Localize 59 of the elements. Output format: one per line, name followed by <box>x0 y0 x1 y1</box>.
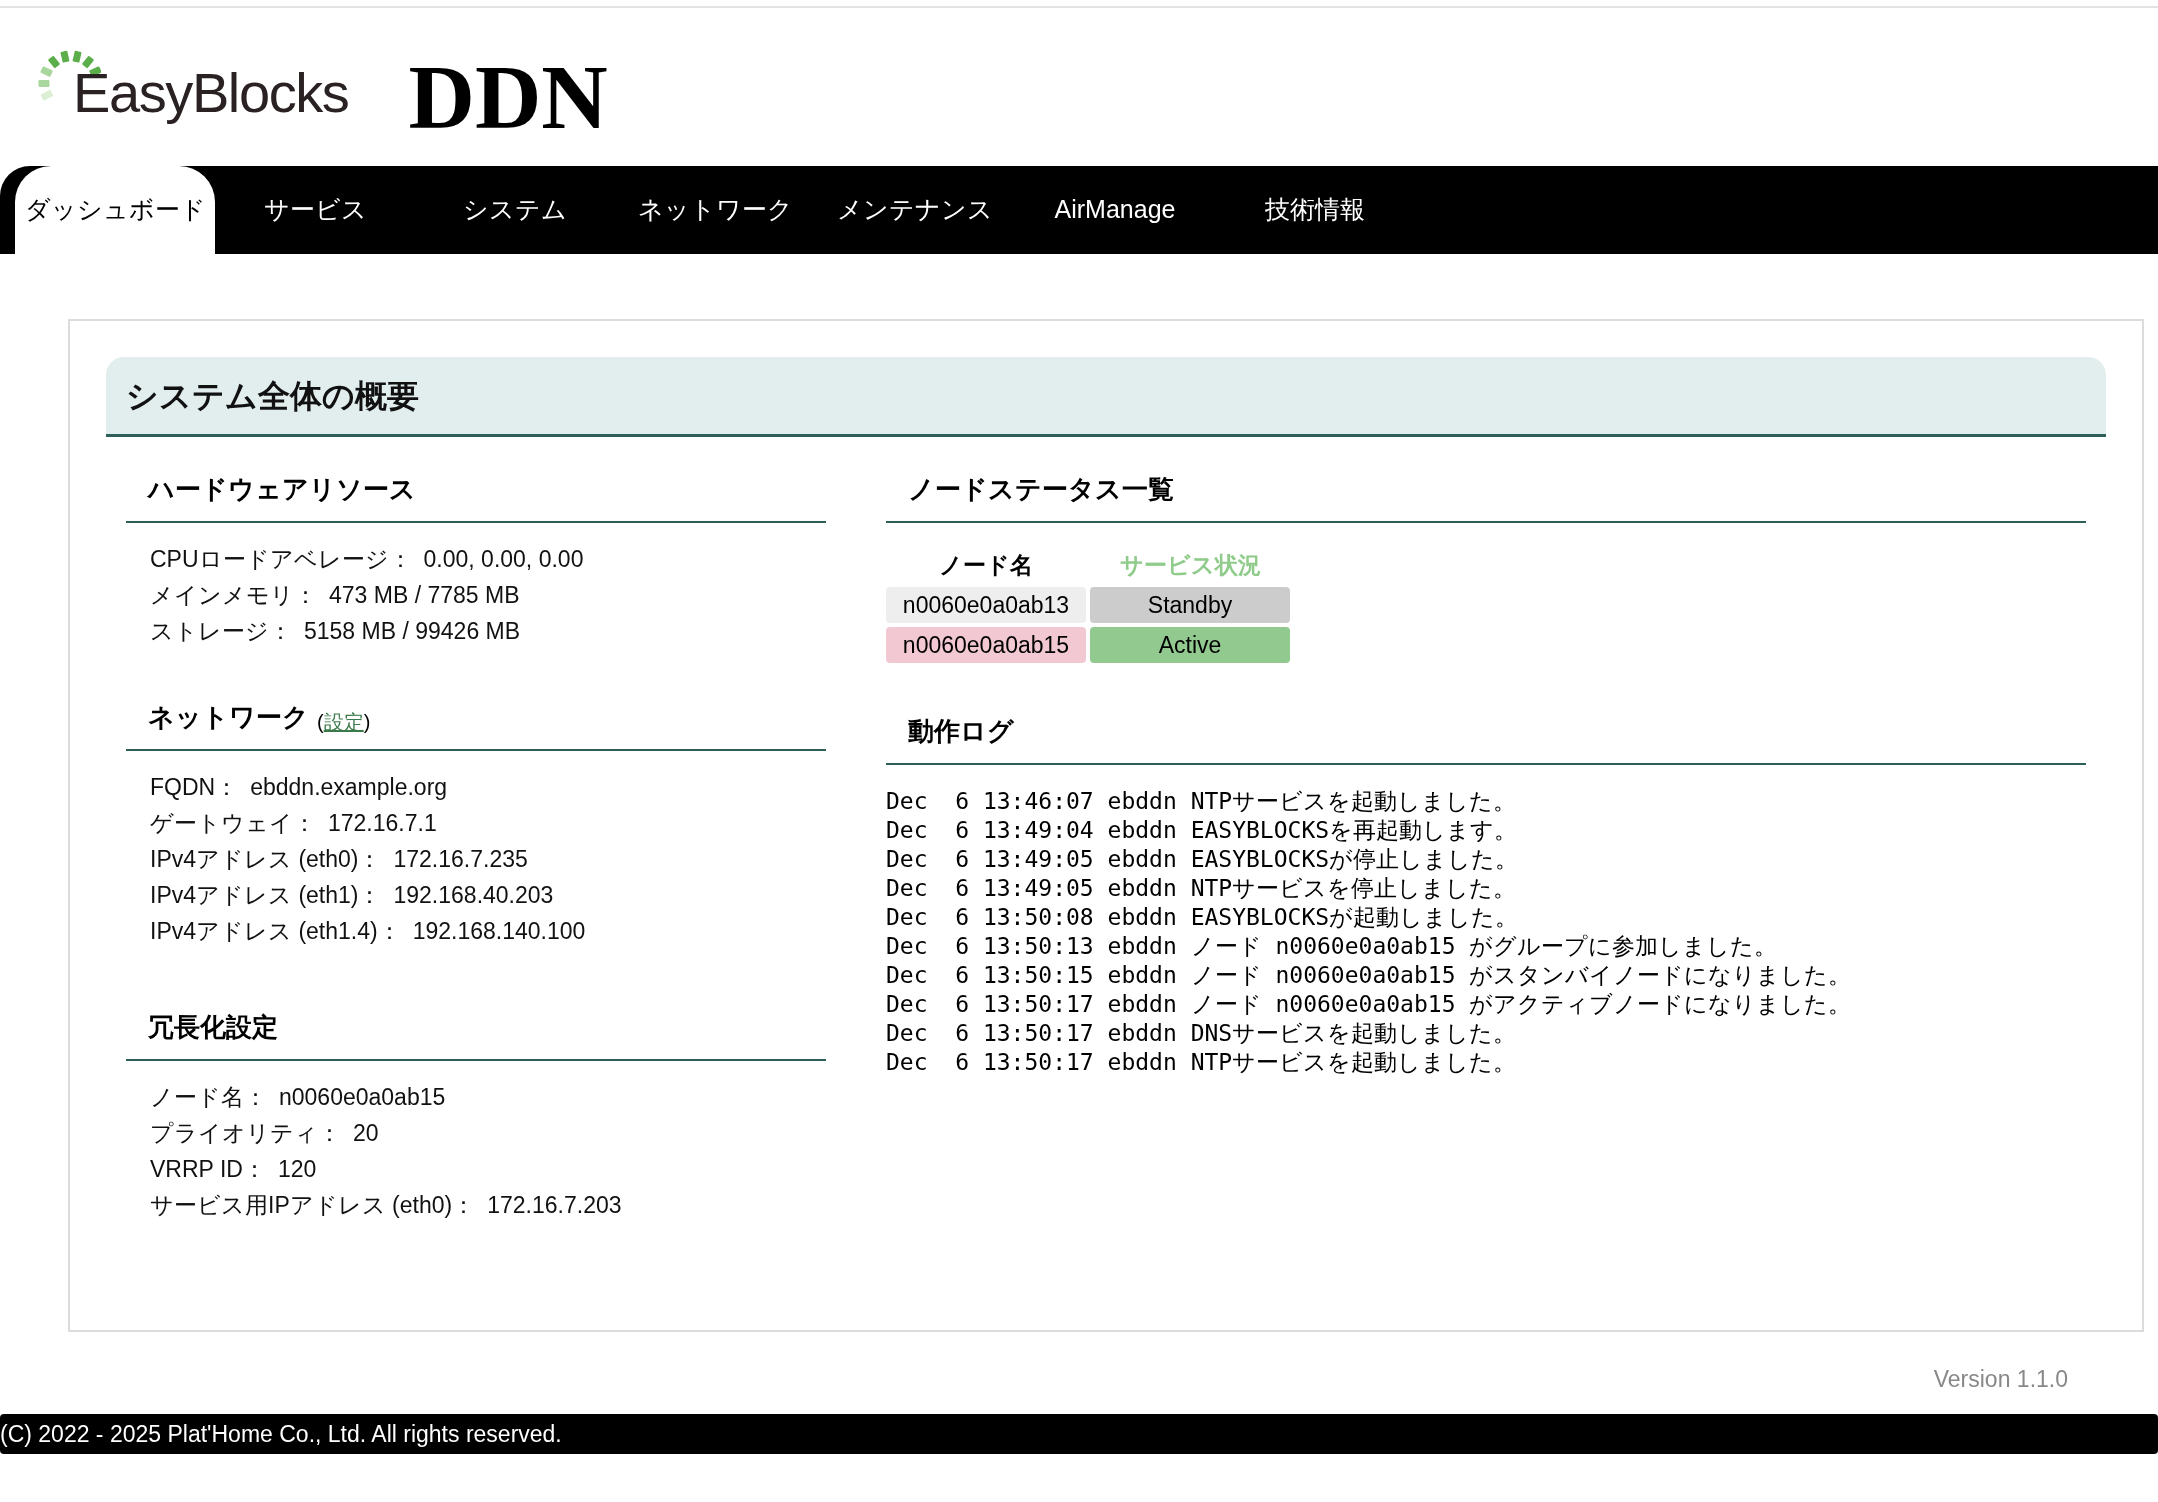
log-line: Dec 6 13:50:17 ebddn NTPサービスを起動しました。 <box>886 1048 1518 1077</box>
field-value: 20 <box>353 1118 379 1148</box>
product-title: DDN <box>408 51 608 143</box>
log-line: Dec 6 13:46:07 ebddn NTPサービスを起動しました。 <box>886 787 1518 816</box>
field-value: n0060e0a0ab15 <box>279 1082 446 1112</box>
field-label: ノード名： <box>150 1082 267 1112</box>
nav-tab[interactable]: ダッシュボード <box>15 166 215 254</box>
section-title: 冗長化設定 <box>148 1011 278 1044</box>
field-value: 120 <box>277 1154 317 1184</box>
field-value: 5158 MB / 99426 MB <box>304 616 521 646</box>
field-value: 172.16.7.203 <box>487 1190 622 1220</box>
field-value: 192.168.40.203 <box>393 880 554 910</box>
field-label: メインメモリ： <box>150 580 317 610</box>
nav-tab[interactable]: AirManage <box>1015 166 1215 254</box>
field-value: ebddn.example.org <box>250 772 448 802</box>
log-line: Dec 6 13:50:17 ebddn DNSサービスを起動しました。 <box>886 1019 1518 1048</box>
field-label: IPv4アドレス (eth1)： <box>150 880 382 910</box>
field-label: CPUロードアベレージ： <box>150 544 412 574</box>
field-label: ゲートウェイ： <box>150 808 316 838</box>
field-label: IPv4アドレス (eth0)： <box>150 844 382 874</box>
paren-open: ( <box>317 710 324 735</box>
nav-tab[interactable]: サービス <box>215 166 415 254</box>
field-label: ストレージ： <box>150 616 292 646</box>
field-label: プライオリティ： <box>150 1118 341 1148</box>
version-label: Version 1.1.0 <box>1933 1365 2068 1394</box>
field-value: 473 MB / 7785 MB <box>329 580 520 610</box>
copyright-text: (C) 2022 - 2025 Plat'Home Co., Ltd. All rights reserved. <box>0 1419 562 1449</box>
paren-close: ) <box>363 710 371 735</box>
field-value: 0.00, 0.00, 0.00 <box>423 544 584 574</box>
section-title: ノードステータス一覧 <box>908 473 1174 506</box>
field-label: VRRP ID： <box>150 1154 266 1184</box>
field-label: IPv4アドレス (eth1.4)： <box>150 916 401 946</box>
log-line: Dec 6 13:49:05 ebddn EASYBLOCKSが停止しました。 <box>886 845 1520 874</box>
node-name-cell: n0060e0a0ab15 <box>886 627 1086 663</box>
log-line: Dec 6 13:49:05 ebddn NTPサービスを停止しました。 <box>886 874 1518 903</box>
field-value: 192.168.140.100 <box>412 916 586 946</box>
section-title: 動作ログ <box>908 715 1014 748</box>
status-cell: Active <box>1090 627 1290 663</box>
column-header: ノード名 <box>938 550 1034 580</box>
field-label: FQDN： <box>150 772 239 802</box>
section-title: ハードウェアリソース <box>148 473 416 506</box>
log-line: Dec 6 13:50:17 ebddn ノード n0060e0a0ab15 がアクティブノードになりました。 <box>886 990 1853 1019</box>
nav-tab[interactable]: ネットワーク <box>615 166 815 254</box>
log-line: Dec 6 13:50:15 ebddn ノード n0060e0a0ab15 がスタンバイノードになりました。 <box>886 961 1853 990</box>
node-name-cell: n0060e0a0ab13 <box>886 587 1086 623</box>
field-value: 172.16.7.1 <box>328 808 437 838</box>
log-line: Dec 6 13:50:08 ebddn EASYBLOCKSが起動しました。 <box>886 903 1520 932</box>
column-header: サービス状況 <box>1118 550 1262 580</box>
field-value: 172.16.7.235 <box>393 844 528 874</box>
status-cell: Standby <box>1090 587 1290 623</box>
nav-tab[interactable]: メンテナンス <box>815 166 1015 254</box>
log-line: Dec 6 13:49:04 ebddn EASYBLOCKSを再起動します。 <box>886 816 1519 845</box>
field-label: サービス用IPアドレス (eth0)： <box>150 1190 476 1220</box>
log-line: Dec 6 13:50:13 ebddn ノード n0060e0a0ab15 がグループに参加しました。 <box>886 932 1779 961</box>
panel-title: システム全体の概要 <box>126 376 419 416</box>
settings-link[interactable]: 設定 <box>323 707 364 737</box>
nav-tab[interactable]: システム <box>415 166 615 254</box>
section-title: ネットワーク <box>148 701 309 734</box>
nav-tab[interactable]: 技術情報 <box>1215 166 1415 254</box>
